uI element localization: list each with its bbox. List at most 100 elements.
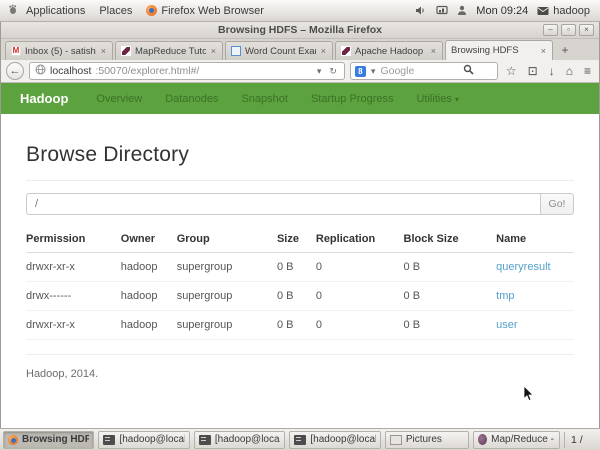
reload-icon[interactable]: ↻ bbox=[327, 66, 339, 77]
taskbar-item-mapreduce-eclipse[interactable]: Map/Reduce - E... bbox=[473, 431, 560, 449]
dir-link-tmp[interactable]: tmp bbox=[496, 290, 514, 302]
task-label: [hadoop@localh... bbox=[215, 434, 280, 445]
col-size: Size bbox=[277, 227, 316, 253]
firefox-icon bbox=[8, 435, 18, 445]
url-dropdown-icon[interactable]: ▾ bbox=[315, 66, 324, 77]
workspace-switcher[interactable]: 1 / 4 bbox=[564, 432, 597, 448]
document-favicon bbox=[231, 46, 241, 56]
page-title: Browse Directory bbox=[26, 143, 574, 167]
maximize-button[interactable]: ▫ bbox=[561, 24, 576, 36]
cell-owner: hadoop bbox=[121, 282, 177, 311]
cell-permission: drwxr-xr-x bbox=[26, 311, 121, 340]
bookmark-star-icon[interactable]: ☆ bbox=[503, 62, 520, 80]
go-button[interactable]: Go! bbox=[540, 193, 574, 215]
cell-group: supergroup bbox=[177, 311, 277, 340]
divider bbox=[26, 354, 574, 355]
display-status-icon[interactable] bbox=[436, 5, 448, 16]
minimize-button[interactable]: – bbox=[543, 24, 558, 36]
menu-hamburger-icon[interactable]: ≡ bbox=[581, 62, 594, 80]
new-tab-button[interactable]: + bbox=[555, 42, 575, 60]
hadoop-brand[interactable]: Hadoop bbox=[20, 91, 68, 106]
firefox-icon bbox=[146, 5, 157, 16]
taskbar-item-browsing-hdfs[interactable]: Browsing HDFS ... bbox=[3, 431, 94, 449]
places-menu[interactable]: Places bbox=[92, 0, 139, 21]
applications-menu[interactable]: Applications bbox=[19, 0, 92, 21]
window-titlebar[interactable]: Browsing HDFS – Mozilla Firefox – ▫ × bbox=[1, 22, 599, 39]
url-host: localhost bbox=[50, 65, 91, 77]
terminal-icon bbox=[199, 435, 211, 445]
table-row: drwxr-xr-x hadoop supergroup 0 B 0 0 B u… bbox=[26, 311, 574, 340]
site-identity-globe-icon[interactable] bbox=[35, 64, 46, 78]
taskbar-item-terminal-3[interactable]: [hadoop@localh... bbox=[289, 431, 380, 449]
nav-item-snapshot[interactable]: Snapshot bbox=[241, 93, 287, 105]
divider bbox=[26, 180, 574, 181]
back-button[interactable]: ← bbox=[6, 62, 24, 80]
tab-close-icon[interactable]: × bbox=[540, 46, 547, 56]
task-label: [hadoop@localh... bbox=[119, 434, 184, 445]
taskbar-item-pictures[interactable]: Pictures bbox=[385, 431, 470, 449]
tab-apache-hadoop[interactable]: Apache Hadoop 2.... × bbox=[335, 41, 443, 60]
task-label: [hadoop@localh... bbox=[310, 434, 375, 445]
cell-group: supergroup bbox=[177, 253, 277, 282]
dir-link-queryresult[interactable]: queryresult bbox=[496, 261, 550, 273]
bookmarks-panel-icon[interactable]: ⊡ bbox=[525, 62, 541, 80]
url-bar[interactable]: localhost :50070/explorer.html#/ ▾ ↻ bbox=[29, 62, 345, 80]
search-bar[interactable]: 8 ▾ bbox=[350, 62, 498, 80]
tab-mapreduce-tutorial[interactable]: MapReduce Tutorial × bbox=[115, 41, 223, 60]
nav-item-startup-progress[interactable]: Startup Progress bbox=[311, 93, 394, 105]
task-label: Pictures bbox=[406, 434, 442, 445]
tab-label: Browsing HDFS bbox=[451, 45, 536, 56]
user-menu[interactable]: hadoop bbox=[537, 5, 592, 17]
applications-menu-label: Applications bbox=[26, 5, 85, 17]
caret-down-icon: ▾ bbox=[455, 95, 459, 104]
close-button[interactable]: × bbox=[579, 24, 594, 36]
tab-browsing-hdfs-active[interactable]: Browsing HDFS × bbox=[445, 40, 553, 60]
volume-icon[interactable] bbox=[415, 5, 427, 16]
navigation-toolbar: ← localhost :50070/explorer.html#/ ▾ ↻ 8… bbox=[1, 60, 599, 83]
cell-owner: hadoop bbox=[121, 311, 177, 340]
col-group: Group bbox=[177, 227, 277, 253]
taskbar-item-terminal-1[interactable]: [hadoop@localh... bbox=[98, 431, 189, 449]
gnome-top-panel: Applications Places Firefox Web Browser … bbox=[0, 0, 600, 22]
tab-word-count-example[interactable]: Word Count Exam... × bbox=[225, 41, 333, 60]
terminal-icon bbox=[294, 435, 306, 445]
firefox-menu-label: Firefox Web Browser bbox=[161, 5, 264, 17]
col-name: Name bbox=[496, 227, 574, 253]
tab-label: Word Count Exam... bbox=[245, 46, 316, 57]
tab-close-icon[interactable]: × bbox=[320, 46, 327, 56]
home-icon[interactable]: ⌂ bbox=[563, 62, 576, 80]
dir-link-user[interactable]: user bbox=[496, 319, 517, 331]
cell-permission: drwxr-xr-x bbox=[26, 253, 121, 282]
downloads-icon[interactable]: ↓ bbox=[546, 62, 558, 80]
cell-replication: 0 bbox=[316, 253, 404, 282]
panel-clock[interactable]: Mon 09:24 bbox=[476, 5, 528, 17]
nav-item-overview[interactable]: Overview bbox=[96, 93, 142, 105]
tab-close-icon[interactable]: × bbox=[100, 46, 107, 56]
directory-path-input[interactable] bbox=[26, 193, 540, 215]
task-label: Browsing HDFS ... bbox=[22, 434, 89, 445]
engine-dropdown-icon[interactable]: ▾ bbox=[369, 66, 378, 77]
tab-bar: M Inbox (5) - satish.... × MapReduce Tut… bbox=[1, 39, 599, 60]
nav-item-datanodes[interactable]: Datanodes bbox=[165, 93, 218, 105]
table-header-row: Permission Owner Group Size Replication … bbox=[26, 227, 574, 253]
tab-gmail-inbox[interactable]: M Inbox (5) - satish.... × bbox=[5, 41, 113, 60]
mouse-cursor bbox=[523, 385, 534, 407]
firefox-menu[interactable]: Firefox Web Browser bbox=[139, 0, 271, 21]
places-menu-label: Places bbox=[99, 5, 132, 17]
cell-replication: 0 bbox=[316, 282, 404, 311]
col-replication: Replication bbox=[316, 227, 404, 253]
nav-item-utilities[interactable]: Utilities ▾ bbox=[416, 93, 459, 105]
taskbar-item-terminal-2[interactable]: [hadoop@localh... bbox=[194, 431, 285, 449]
search-input[interactable] bbox=[380, 65, 460, 77]
tab-label: MapReduce Tutorial bbox=[135, 46, 206, 57]
tab-close-icon[interactable]: × bbox=[210, 46, 217, 56]
search-engine-icon[interactable]: 8 bbox=[355, 66, 366, 77]
image-folder-icon bbox=[390, 435, 402, 445]
col-block-size: Block Size bbox=[404, 227, 497, 253]
table-row: drwx------ hadoop supergroup 0 B 0 0 B t… bbox=[26, 282, 574, 311]
search-go-icon[interactable] bbox=[463, 62, 474, 80]
tab-close-icon[interactable]: × bbox=[430, 46, 437, 56]
user-status-icon[interactable] bbox=[457, 5, 467, 16]
gmail-favicon: M bbox=[11, 46, 21, 56]
directory-listing-table: Permission Owner Group Size Replication … bbox=[26, 227, 574, 340]
